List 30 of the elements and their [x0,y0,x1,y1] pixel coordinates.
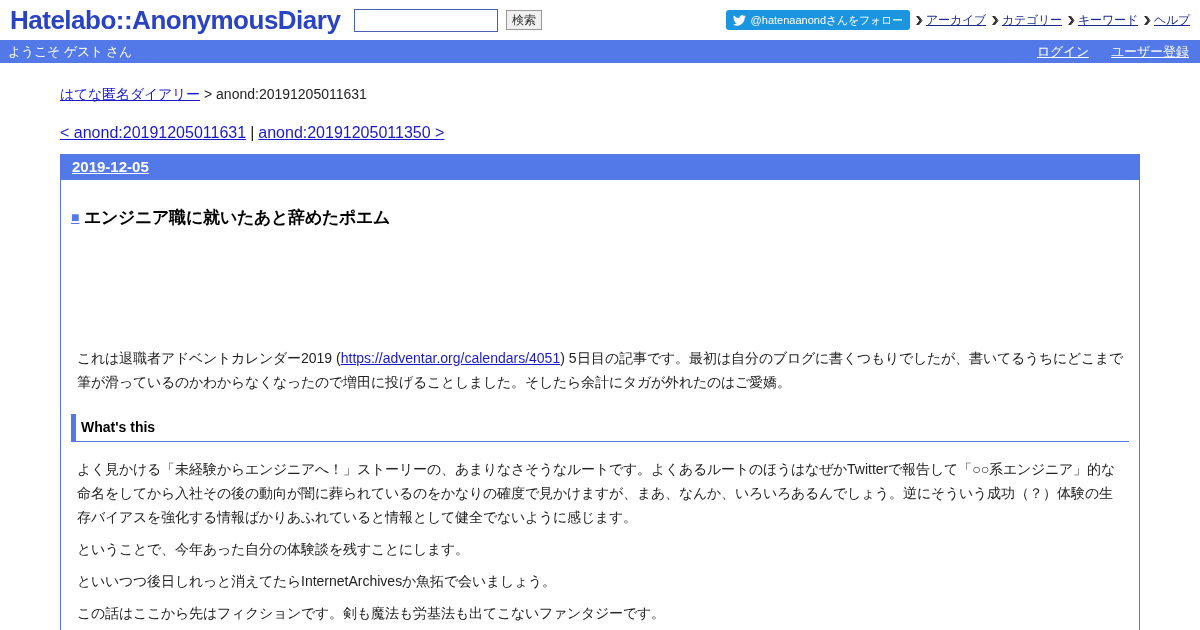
chevron-icon [992,15,999,25]
welcome-text: ようこそ ゲスト さん [8,42,133,61]
previous-entry-link[interactable]: < anond:20191205011631 [60,121,247,145]
entry-title: エンジニア職に就いたあと辞めたポエム [84,207,391,229]
nav-link[interactable]: カテゴリー [1002,11,1062,29]
paragraph: この話はここから先はフィクションです。剣も魔法も労基法も出てこないファンタジーです。 [76,603,666,623]
intro-paragraph: これは退職者アドベントカレンダー2019 (https://adventar.org/calendars/4051) 5日目の記事です。最初は自分のブログに書くつもりでしたが、書いてるうちにどこまで筆が滑っているのかわからなくなったので増田に投げることしました。そしたら余計にタガが外れたのはご愛嬌。 [76,348,1124,392]
search-button[interactable]: 検索 [506,10,543,30]
bird-icon [732,14,746,26]
nav-link[interactable]: アーカイブ [926,11,986,29]
search-field[interactable] [354,8,499,32]
next-entry-link[interactable]: anond:20191205011350 > [258,121,445,145]
account-link[interactable]: ユーザー登録 [1111,41,1189,62]
paragraph: ということで、今年あった自分の体験談を残すことにします。 [76,539,470,559]
paragraph: といいつつ後日しれっと消えてたらInternetArchivesか魚拓で会いましょう。 [76,571,558,591]
nav-link[interactable]: キーワード [1078,11,1138,29]
paragraph: よく見かける「未経験からエンジニアへ！」ストーリーの、あまりなさそうなルートです。よくあるルートのほうはなぜかTwitterで報告して「○○系エンジニア」的な命名をしてから入社その後の動向が闇に葬られているのをかなりの確度で見かけますが、まあ、なんか、いろいろあるんでしょう。逆にそういう成功（？）体験の生存バイアスを強化する情報ばかりあふれていると情報として健全でないように感じます。 [76,459,1117,527]
calendar-link[interactable]: https://adventar.org/calendars/4051 [340,349,561,366]
chevron-icon [916,15,923,25]
breadcrumb-link[interactable]: はてな匿名ダイアリー [60,84,200,105]
site-logo[interactable]: Hatelabo::AnonymousDiary [10,0,341,40]
pager-separator: | [250,123,255,143]
breadcrumb-current: > anond:20191205011631 [204,85,367,104]
entry-permalink[interactable]: ■ [71,207,80,229]
account-link[interactable]: ログイン [1037,41,1089,62]
section-heading: What's this [81,417,156,437]
chevron-icon [1068,15,1075,25]
date-link[interactable]: 2019-12-05 [72,156,149,179]
nav-link[interactable]: ヘルプ [1154,11,1190,29]
chevron-icon [1144,15,1151,25]
